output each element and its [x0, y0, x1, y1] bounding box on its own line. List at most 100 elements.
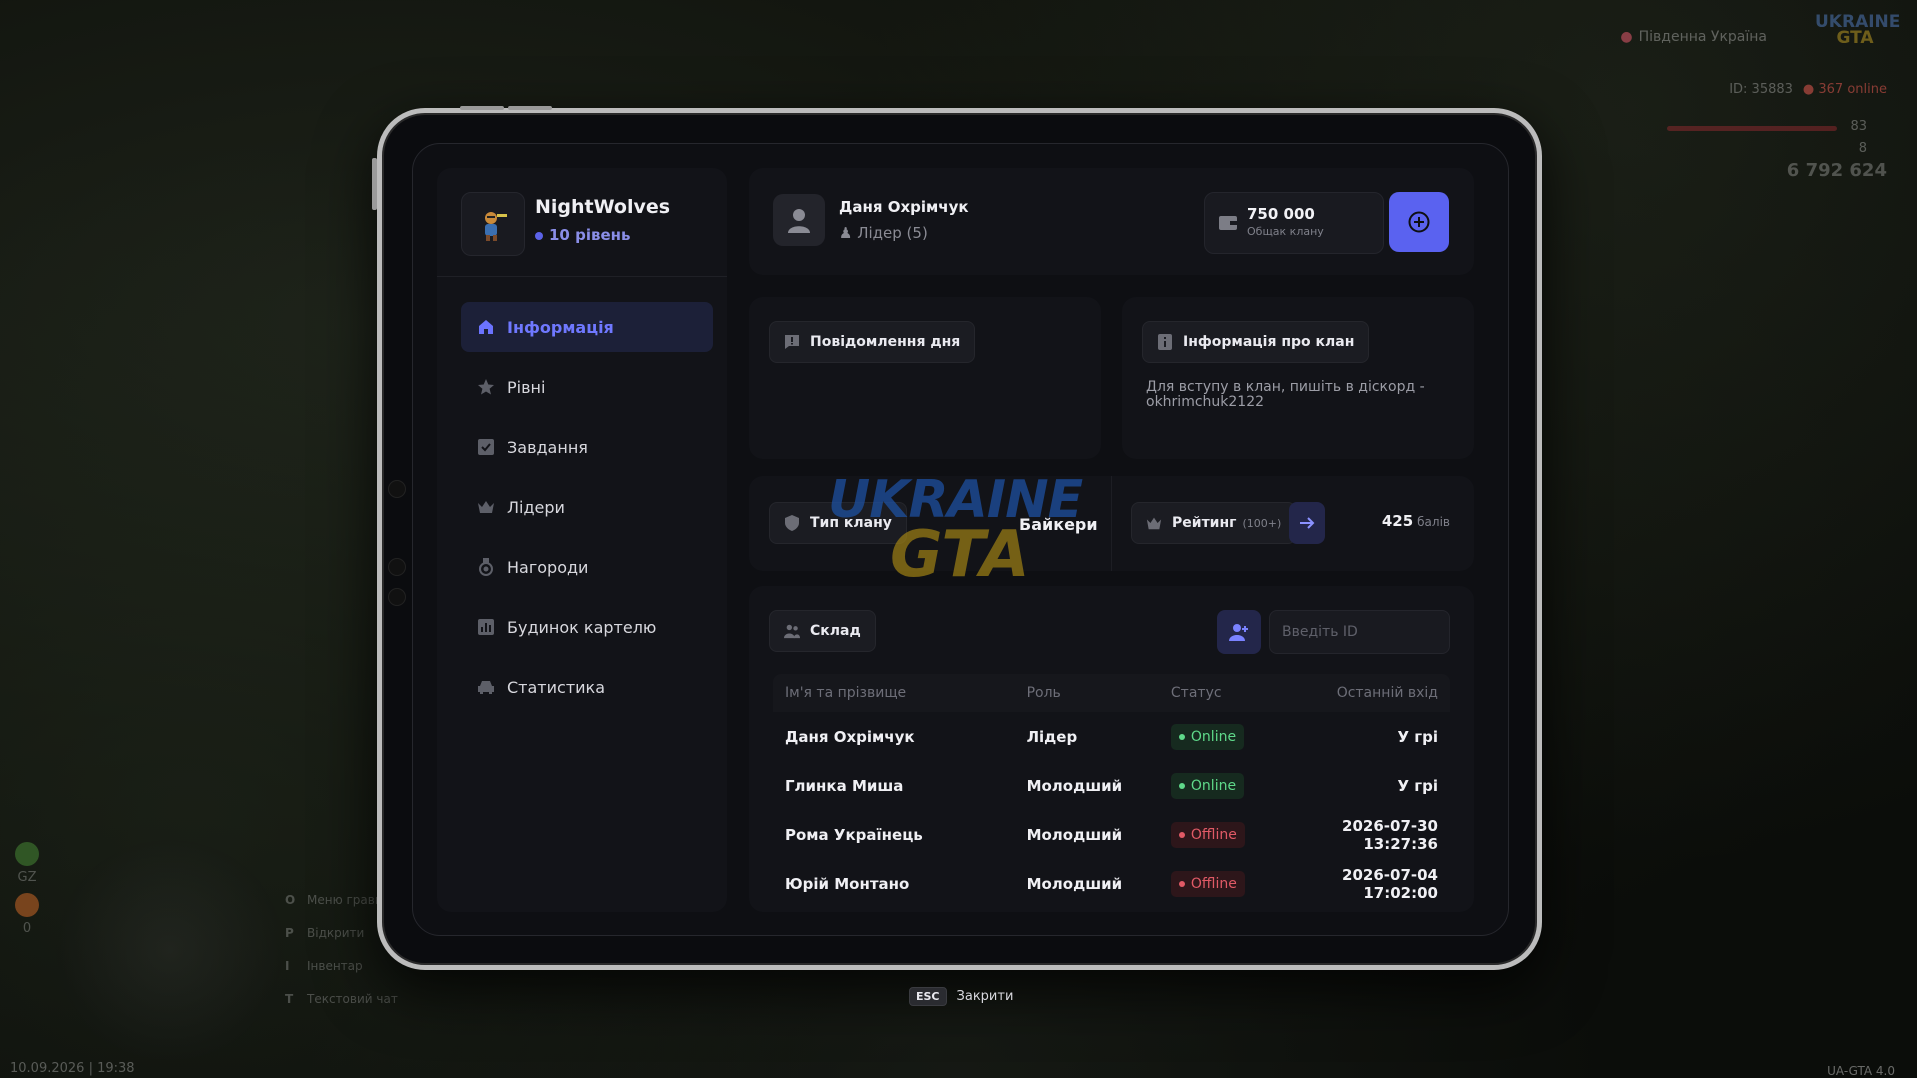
member-id-input[interactable]: [1269, 610, 1450, 654]
sidebar-item-label: Лідери: [507, 497, 565, 517]
status-badge: Offline: [1170, 821, 1245, 848]
status-badge: Offline: [1170, 870, 1245, 897]
user-avatar-icon: [773, 194, 825, 246]
treasury-label: Общак клану: [1247, 225, 1324, 238]
clan-emblem-icon: [461, 192, 525, 256]
sidebar-nav: Інформація Рівні Завдання Лідери Нагород…: [461, 302, 713, 722]
rating-arrow-button[interactable]: [1289, 502, 1325, 544]
rating-label: Рейтинг (100+): [1131, 502, 1297, 544]
rating-points: 425 балів: [1381, 512, 1450, 530]
table-row[interactable]: Глинка Миша Молодший Online У грі: [773, 761, 1450, 810]
camera-dot: [388, 558, 406, 576]
car-icon: [477, 678, 495, 696]
clan-info-panel: Інформація про клан Для вступу в клан, п…: [1122, 297, 1474, 459]
hotkey-item: I Інвентар: [285, 959, 363, 973]
sidebar-item-levels[interactable]: Рівні: [461, 362, 713, 412]
clan-type-label: Тип клану: [769, 502, 907, 544]
table-header: Ім'я та прізвище Роль Статус Останній вх…: [773, 674, 1450, 712]
hud-left-stats: GZ 0: [12, 834, 42, 936]
user-name: Даня Охрімчук: [839, 198, 969, 216]
clan-info-text: Для вступу в клан, пишіть в діскорд - ok…: [1146, 379, 1425, 410]
zone-icon: [15, 842, 39, 866]
minimap: [55, 840, 285, 1060]
clan-name: NightWolves: [535, 196, 671, 218]
sidebar-item-statistics[interactable]: Статистика: [461, 662, 713, 712]
sidebar-item-rewards[interactable]: Нагороди: [461, 542, 713, 592]
roster-panel: Склад Ім'я та прізвище Роль Статус Остан…: [749, 586, 1474, 912]
chart-icon: [477, 618, 495, 636]
column-header: Останній вхід: [1336, 685, 1438, 701]
clan-type-rating-bar: Тип клану Байкери Рейтинг (100+) 425 балі…: [749, 476, 1474, 571]
sidebar: NightWolves 10 рівень Інформація Рівні З…: [437, 168, 727, 912]
shield-icon: [784, 515, 800, 531]
info-icon: [1157, 334, 1173, 350]
hud-version: UA-GTA 4.0: [1827, 1064, 1895, 1078]
table-row[interactable]: Юрій Монтано Молодший Offline 2026-07-04…: [773, 859, 1450, 908]
people-icon: [784, 623, 800, 639]
add-user-icon: [1229, 624, 1248, 641]
hud-ids: ID: 35883 ● 367 online: [1729, 82, 1887, 97]
motd-title: Повідомлення дня: [769, 321, 976, 363]
column-header: Ім'я та прізвище: [785, 685, 907, 701]
member-role: Лідер: [1026, 727, 1078, 746]
camera-dot: [388, 588, 406, 606]
sidebar-item-label: Завдання: [507, 437, 588, 457]
column-header: Роль: [1026, 685, 1061, 701]
tablet-side-button: [372, 158, 377, 210]
member-role: Молодший: [1026, 874, 1123, 893]
member-last-login: 2026-07-04 17:02:00: [1342, 865, 1438, 902]
home-icon: [477, 318, 495, 336]
column-header: Статус: [1170, 685, 1222, 701]
crown-icon: [1146, 515, 1162, 531]
sidebar-item-info[interactable]: Інформація: [461, 302, 713, 352]
level-dot-icon: [535, 231, 543, 240]
roster-table: Ім'я та прізвище Роль Статус Останній вх…: [773, 674, 1450, 908]
user-header: Даня Охрімчук ♟ Лідер (5) 750 000 Общак …: [749, 168, 1474, 275]
table-row[interactable]: Даня Охрімчук Лідер Online У грі: [773, 712, 1450, 761]
sidebar-item-label: Статистика: [507, 677, 605, 697]
tablet-top-button: [460, 106, 504, 110]
member-role: Молодший: [1026, 825, 1123, 844]
sidebar-item-tasks[interactable]: Завдання: [461, 422, 713, 472]
member-last-login: У грі: [1397, 776, 1438, 795]
wallet-icon: [1219, 215, 1237, 234]
role-icon: ♟: [839, 224, 858, 242]
sidebar-item-label: Будинок картелю: [507, 617, 657, 637]
sidebar-item-label: Інформація: [507, 317, 614, 337]
clan-header: NightWolves 10 рівень: [461, 192, 701, 256]
clan-treasury: 750 000 Общак клану: [1204, 192, 1384, 254]
table-row[interactable]: Рома Українець Молодший Offline 2026-07-…: [773, 810, 1450, 859]
member-name: Рома Українець: [785, 825, 923, 844]
member-name: Юрій Монтано: [785, 874, 910, 893]
motd-panel: Повідомлення дня: [749, 297, 1101, 459]
hud-datetime: 10.09.2026 | 19:38: [10, 1061, 135, 1076]
member-last-login: 2026-07-30 13:27:36: [1342, 816, 1438, 853]
sidebar-item-label: Рівні: [507, 377, 546, 397]
sidebar-item-label: Нагороди: [507, 557, 589, 577]
hud-health-value: 83: [1850, 119, 1867, 134]
roster-title: Склад: [769, 610, 876, 652]
sidebar-item-cartel-house[interactable]: Будинок картелю: [461, 602, 713, 652]
close-hint[interactable]: ESC Закрити: [909, 987, 1013, 1006]
add-member-button[interactable]: [1217, 610, 1261, 654]
esc-key: ESC: [909, 987, 947, 1006]
member-last-login: У грі: [1397, 727, 1438, 746]
member-name: Глинка Миша: [785, 776, 904, 795]
hud-armor-value: 8: [1858, 141, 1867, 156]
clan-level: 10 рівень: [535, 226, 631, 244]
message-icon: [784, 334, 800, 350]
treasury-amount: 750 000: [1247, 205, 1315, 223]
hud-health-bar: [1667, 126, 1837, 131]
hud-region: ● Південна Україна: [1620, 29, 1767, 45]
deposit-button[interactable]: [1389, 192, 1449, 252]
arrow-right-icon: [1300, 517, 1315, 529]
hud-money: 6 792 624: [1786, 160, 1887, 181]
bar-divider: [1111, 476, 1112, 571]
member-role: Молодший: [1026, 776, 1123, 795]
sidebar-item-leaders[interactable]: Лідери: [461, 482, 713, 532]
wanted-value: 0: [22, 921, 32, 936]
plus-circle-icon: [1408, 211, 1430, 233]
checkbox-icon: [477, 438, 495, 456]
star-icon: [477, 378, 495, 396]
member-name: Даня Охрімчук: [785, 727, 915, 746]
